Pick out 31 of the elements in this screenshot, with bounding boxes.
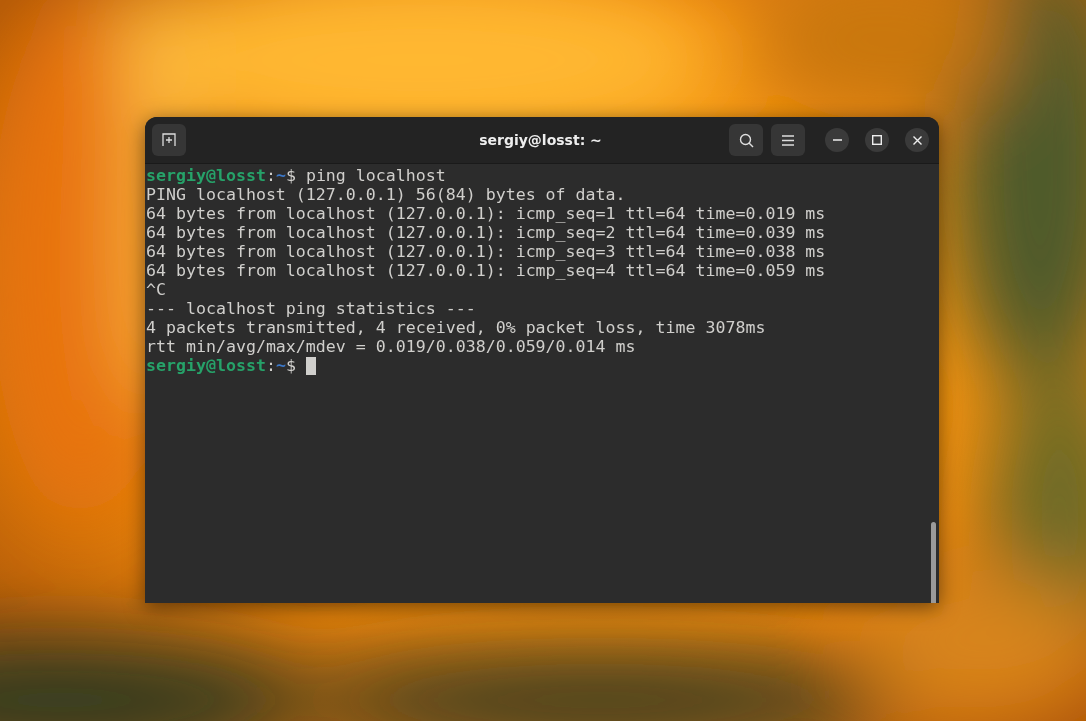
- close-button[interactable]: [905, 128, 929, 152]
- minimize-button[interactable]: [825, 128, 849, 152]
- prompt-separator: :: [265, 166, 276, 185]
- close-icon: [912, 135, 922, 145]
- menu-button[interactable]: [771, 124, 805, 156]
- output-line: 64 bytes from localhost (127.0.0.1): icmp_seq=3 ttl=64 time=0.038 ms: [146, 242, 826, 261]
- output-line: 4 packets transmitted, 4 received, 0% packet loss, time 3078ms: [146, 318, 766, 337]
- output-line: --- localhost ping statistics ---: [146, 299, 476, 318]
- prompt-user: sergiy@losst: [146, 356, 266, 375]
- search-button[interactable]: [729, 124, 763, 156]
- prompt-symbol: $: [285, 166, 296, 185]
- output-line: 64 bytes from localhost (127.0.0.1): icmp_seq=2 ttl=64 time=0.039 ms: [146, 223, 826, 242]
- output-line: 64 bytes from localhost (127.0.0.1): icmp_seq=4 ttl=64 time=0.059 ms: [146, 261, 826, 280]
- output-line: 64 bytes from localhost (127.0.0.1): icmp_seq=1 ttl=64 time=0.019 ms: [146, 204, 826, 223]
- maximize-button[interactable]: [865, 128, 889, 152]
- search-icon: [738, 132, 754, 148]
- new-tab-icon: [162, 133, 176, 147]
- output-line: ^C: [146, 280, 166, 299]
- prompt-user: sergiy@losst: [146, 166, 266, 185]
- prompt-path: ~: [275, 356, 286, 375]
- prompt-path: ~: [275, 166, 286, 185]
- new-tab-button[interactable]: [152, 124, 186, 156]
- menu-icon: [782, 134, 794, 146]
- prompt-symbol: $: [285, 356, 296, 375]
- minimize-icon: [832, 139, 842, 141]
- prompt-separator: :: [265, 356, 276, 375]
- window-title: sergiy@losst: ~: [479, 132, 602, 148]
- output-line: rtt min/avg/max/mdev = 0.019/0.038/0.059/0.014 ms: [146, 337, 636, 356]
- command-text: ping localhost: [305, 166, 446, 185]
- output-line: PING localhost (127.0.0.1) 56(84) bytes of data.: [146, 185, 626, 204]
- maximize-icon: [872, 135, 882, 145]
